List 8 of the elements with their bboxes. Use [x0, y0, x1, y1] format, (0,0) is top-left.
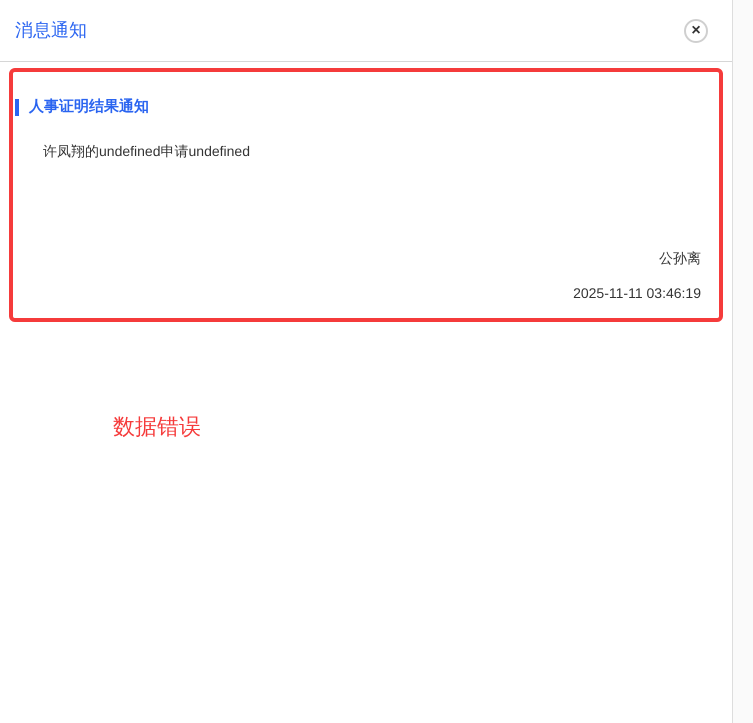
notification-title: 人事证明结果通知 [29, 97, 149, 117]
dialog-title: 消息通知 [15, 19, 87, 42]
notification-body: 许凤翔的undefined申请undefined [42, 142, 252, 160]
accent-bar [15, 98, 19, 116]
notification-time: 2025-11-11 03:46:19 [573, 284, 701, 303]
error-annotation: 数据错误 [113, 413, 202, 441]
sender-name: 公孙离 [659, 249, 701, 268]
close-button[interactable]: × [684, 18, 708, 42]
